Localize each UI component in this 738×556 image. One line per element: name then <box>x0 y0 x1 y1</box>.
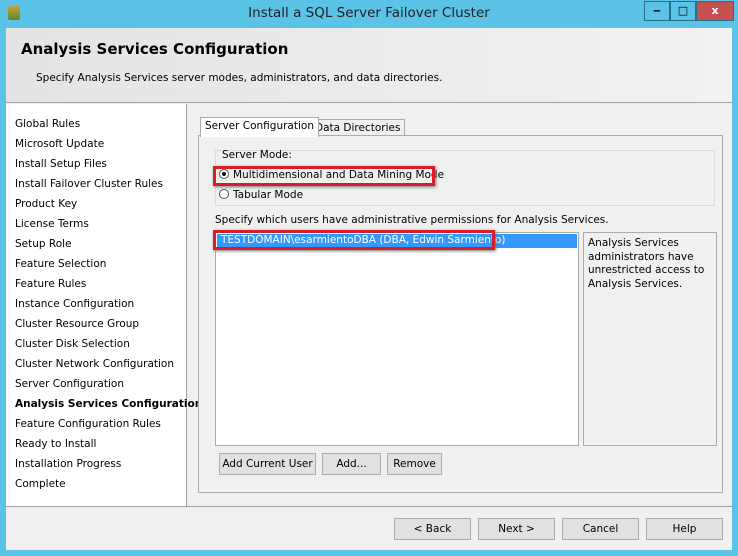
page-subtitle: Specify Analysis Services server modes, … <box>36 72 443 84</box>
highlight-box <box>213 230 495 250</box>
sidebar-item[interactable]: Setup Role <box>15 238 72 250</box>
sidebar-item[interactable]: Global Rules <box>15 118 80 130</box>
admin-description: Analysis Services administrators have un… <box>583 232 717 446</box>
sidebar-item[interactable]: Complete <box>15 478 66 490</box>
sidebar-item[interactable]: Server Configuration <box>15 378 124 390</box>
close-button[interactable]: x <box>696 1 734 21</box>
highlight-box <box>213 166 435 186</box>
sidebar-item[interactable]: Feature Selection <box>15 258 106 270</box>
sidebar-item[interactable]: Install Failover Cluster Rules <box>15 178 163 190</box>
sidebar-item[interactable]: Ready to Install <box>15 438 96 450</box>
dialog: Analysis Services Configuration Specify … <box>6 28 732 550</box>
server-mode-label: Server Mode: <box>222 149 292 161</box>
sidebar-item[interactable]: License Terms <box>15 218 89 230</box>
page-header: Analysis Services Configuration Specify … <box>6 28 732 103</box>
tab-label: Data Directories <box>315 122 401 134</box>
help-button[interactable]: Help <box>646 518 723 540</box>
cancel-button[interactable]: Cancel <box>562 518 639 540</box>
tab-server-configuration[interactable]: Server Configuration <box>200 117 319 137</box>
radio-label: Tabular Mode <box>233 189 304 201</box>
radio-tabular[interactable]: Tabular Mode <box>219 189 303 201</box>
next-button[interactable]: Next > <box>478 518 555 540</box>
sidebar-item[interactable]: Cluster Disk Selection <box>15 338 130 350</box>
sidebar-item[interactable]: Cluster Resource Group <box>15 318 139 330</box>
sidebar-item[interactable]: Installation Progress <box>15 458 121 470</box>
minimize-button[interactable]: ‒ <box>644 1 670 21</box>
sidebar-item[interactable]: Instance Configuration <box>15 298 134 310</box>
sidebar-item[interactable]: Install Setup Files <box>15 158 107 170</box>
sidebar-item[interactable]: Cluster Network Configuration <box>15 358 174 370</box>
add-current-user-button[interactable]: Add Current User <box>219 453 316 475</box>
back-button[interactable]: < Back <box>394 518 471 540</box>
sidebar-item[interactable]: Microsoft Update <box>15 138 104 150</box>
tab-panel: Server Mode: Multidimensional and Data M… <box>198 135 723 493</box>
maximize-button[interactable]: □ <box>670 1 696 21</box>
sidebar-item[interactable]: Feature Configuration Rules <box>15 418 161 430</box>
radio-unselected-icon <box>219 189 229 199</box>
title-bar: Install a SQL Server Failover Cluster ‒ … <box>0 0 738 28</box>
admins-label: Specify which users have administrative … <box>215 214 609 226</box>
button-bar: < Back Next > Cancel Help <box>6 506 732 550</box>
add-button[interactable]: Add... <box>322 453 381 475</box>
remove-button[interactable]: Remove <box>387 453 442 475</box>
admin-list[interactable]: TESTDOMAIN\esarmientoDBA (DBA, Edwin Sar… <box>215 232 579 446</box>
tab-label: Server Configuration <box>205 120 314 132</box>
sidebar-item[interactable]: Analysis Services Configuration <box>15 398 202 410</box>
page-title: Analysis Services Configuration <box>21 40 289 58</box>
steps-sidebar: Global Rules Microsoft Update Install Setu… <box>6 104 202 506</box>
window-title: Install a SQL Server Failover Cluster <box>248 5 490 21</box>
sidebar-item[interactable]: Feature Rules <box>15 278 86 290</box>
sidebar-item[interactable]: Product Key <box>15 198 77 210</box>
